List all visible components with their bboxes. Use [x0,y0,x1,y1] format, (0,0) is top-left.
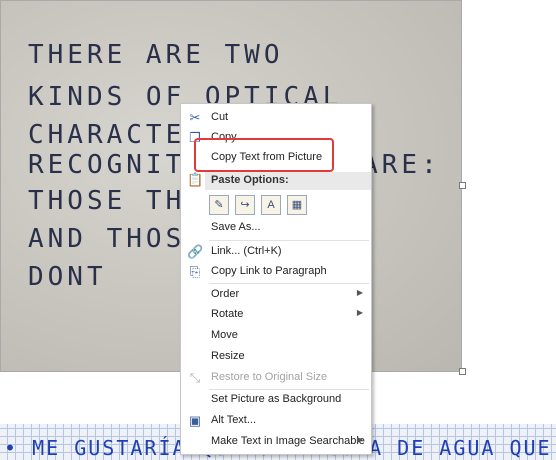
menu-item-set-picture-background[interactable]: Set Picture as Background [181,390,371,410]
menu-item-make-text-searchable[interactable]: Make Text in Image Searchable ▶ [181,432,371,452]
highlight-box [194,138,334,172]
menu-separator [209,240,369,241]
resize-handle-right[interactable] [459,182,466,189]
restore-icon: ⤡ [189,370,201,385]
clipboard-icon: 📋 [187,172,204,187]
submenu-arrow-icon: ▶ [356,308,363,317]
menu-item-save-as[interactable]: Save As... [181,218,371,238]
submenu-arrow-icon: ▶ [356,435,363,444]
copy-link-icon: ⎘ [189,264,201,279]
alt-text-icon: ▣ [188,413,202,428]
menu-separator [209,283,369,284]
paste-keep-formatting-icon[interactable]: ✎ [209,195,229,215]
resize-handle-bottom-right[interactable] [459,368,466,375]
menu-item-order[interactable]: Order ▶ [181,285,371,305]
menu-item-restore-original-size: ⤡ Restore to Original Size [181,368,371,388]
menu-item-link[interactable]: 🔗 Link... (Ctrl+K) [181,242,371,262]
link-icon: 🔗 [187,244,204,259]
paste-merge-formatting-icon[interactable]: ↪ [235,195,255,215]
menu-item-alt-text[interactable]: ▣ Alt Text... [181,411,371,431]
menu-item-resize[interactable]: Resize [181,347,371,367]
menu-item-rotate[interactable]: Rotate ▶ [181,305,371,325]
submenu-arrow-icon: ▶ [356,288,363,297]
paste-picture-icon[interactable]: ▦ [287,195,307,215]
scissors-icon: ✂ [189,110,201,125]
menu-item-cut[interactable]: ✂ Cut [181,108,371,128]
menu-item-copy-link-to-paragraph[interactable]: ⎘ Copy Link to Paragraph [181,262,371,282]
paste-text-only-icon[interactable]: A [261,195,281,215]
menu-item-move[interactable]: Move [181,326,371,346]
paste-options-header: Paste Options: [205,172,371,190]
